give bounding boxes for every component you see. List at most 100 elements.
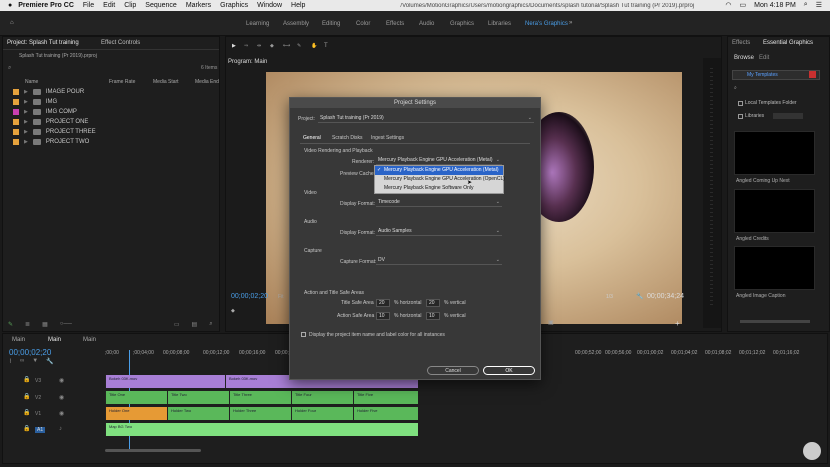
ws-assembly[interactable]: Assembly: [283, 21, 309, 27]
template-thumb-angled-credits[interactable]: [734, 189, 815, 233]
local-templates-checkbox[interactable]: [738, 101, 743, 106]
track-header-v2[interactable]: 🔒 V2 ◉: [3, 391, 105, 405]
icon-view-icon[interactable]: ▦: [42, 321, 48, 328]
menu-edit[interactable]: Edit: [103, 2, 115, 9]
resolution-dropdown[interactable]: 1/3: [606, 294, 613, 300]
renderer-option-software[interactable]: Mercury Playback Engine Software Only: [375, 184, 503, 193]
tab-scratch-disks[interactable]: Scratch Disks: [332, 135, 363, 141]
timeline-scrollbar[interactable]: [105, 449, 201, 452]
menu-markers[interactable]: Markers: [186, 2, 211, 9]
tool-pen-icon[interactable]: ✎: [297, 43, 301, 49]
col-name[interactable]: Name: [25, 79, 38, 85]
expand-triangle-icon[interactable]: ▶: [24, 119, 28, 125]
tab-project[interactable]: Project: Splash Tut training: [7, 40, 79, 46]
tab-ingest-settings[interactable]: Ingest Settings: [371, 135, 404, 141]
expand-triangle-icon[interactable]: ▶: [24, 129, 28, 135]
wifi-icon[interactable]: ◠: [725, 1, 731, 9]
tool-track-select-icon[interactable]: ⇒: [244, 43, 248, 49]
menu-icon[interactable]: ☰: [816, 1, 822, 9]
bin-item[interactable]: ▶ IMG: [13, 97, 57, 107]
bin-item[interactable]: ▶ PROJECT THREE: [13, 127, 96, 137]
tool-hand-icon[interactable]: ✋: [311, 43, 317, 49]
clip-title-four[interactable]: Title Four: [291, 391, 353, 404]
bin-item[interactable]: ▶ PROJECT ONE: [13, 117, 88, 127]
tool-slip-icon[interactable]: ⟷: [283, 43, 290, 49]
menu-file[interactable]: File: [83, 2, 94, 9]
list-view-icon[interactable]: ≣: [25, 321, 30, 328]
clip-title-two[interactable]: Title Two: [167, 391, 229, 404]
find-icon[interactable]: ⌕: [209, 321, 212, 328]
ws-effects[interactable]: Effects: [386, 21, 404, 27]
add-marker-icon[interactable]: ▼: [32, 358, 38, 365]
wrench-icon[interactable]: 🔧: [46, 358, 53, 365]
eye-icon[interactable]: ◉: [59, 410, 64, 417]
search-icon[interactable]: ⌕: [734, 85, 737, 91]
expand-triangle-icon[interactable]: ▶: [24, 99, 28, 105]
adobe-stock-icon[interactable]: [809, 71, 816, 78]
bin-item[interactable]: ▶ IMG COMP: [13, 107, 77, 117]
title-safe-vertical-input[interactable]: 20: [426, 299, 440, 307]
audio-display-format-dropdown[interactable]: Audio Samples ⌄: [376, 228, 502, 236]
ws-color[interactable]: Color: [356, 21, 370, 27]
battery-icon[interactable]: ▭: [740, 1, 747, 9]
capture-format-dropdown[interactable]: DV ⌄: [376, 257, 502, 265]
action-safe-vertical-input[interactable]: 10: [426, 312, 440, 320]
ws-editing[interactable]: Editing: [322, 21, 340, 27]
new-item-icon[interactable]: ▤: [192, 321, 198, 328]
col-frame-rate[interactable]: Frame Rate: [109, 79, 135, 85]
bin-item[interactable]: ▶ IMAGE POUR: [13, 87, 84, 97]
pen-icon[interactable]: ✎: [8, 321, 13, 328]
home-icon[interactable]: ⌂: [10, 20, 14, 26]
lock-icon[interactable]: 🔒: [23, 409, 30, 416]
app-menu[interactable]: Premiere Pro CC: [18, 2, 74, 9]
timeline-timecode[interactable]: 00;00;02;20: [9, 348, 51, 357]
tab-effect-controls[interactable]: Effect Controls: [101, 40, 140, 46]
fit-dropdown[interactable]: Fit: [278, 294, 284, 300]
clip-title-three[interactable]: Title Three: [229, 391, 291, 404]
menu-graphics[interactable]: Graphics: [220, 2, 248, 9]
in-marker-icon[interactable]: ◆: [231, 308, 235, 314]
ws-libraries[interactable]: Libraries: [488, 21, 511, 27]
lock-icon[interactable]: 🔒: [23, 393, 30, 400]
template-thumb-angled-image-caption[interactable]: [734, 246, 815, 290]
tool-ripple-icon[interactable]: ⇹: [257, 43, 261, 49]
new-bin-icon[interactable]: ▭: [174, 321, 180, 328]
templates-dropdown[interactable]: My Templates: [732, 70, 820, 80]
lock-icon[interactable]: 🔒: [23, 376, 30, 383]
tool-type-icon[interactable]: T: [324, 43, 328, 49]
expand-triangle-icon[interactable]: ▶: [24, 109, 28, 115]
track-header-v1[interactable]: 🔒 V1 ◉: [3, 407, 105, 421]
menu-help[interactable]: Help: [291, 2, 305, 9]
ws-graphics[interactable]: Graphics: [450, 21, 474, 27]
expand-triangle-icon[interactable]: ▶: [24, 139, 28, 145]
program-title[interactable]: Program: Main: [228, 59, 267, 65]
tab-essential-graphics[interactable]: Essential Graphics: [763, 40, 813, 46]
eye-icon[interactable]: ◉: [59, 394, 64, 401]
menu-window[interactable]: Window: [257, 2, 282, 9]
ok-button[interactable]: OK: [483, 366, 535, 375]
tool-razor-icon[interactable]: ◆: [270, 43, 274, 49]
clip-map-bg-two[interactable]: Map BG Two: [105, 423, 418, 436]
timecode-in[interactable]: 00;00;02;20: [231, 293, 268, 300]
clip-title-one[interactable]: Title One: [105, 391, 167, 404]
settings-icon[interactable]: 🔧: [636, 293, 643, 300]
action-safe-horizontal-input[interactable]: 10: [376, 312, 390, 320]
tab-main-2[interactable]: Main: [48, 337, 61, 343]
clip-holder-two[interactable]: Holder Two: [167, 407, 229, 420]
lock-icon[interactable]: 🔒: [23, 425, 30, 432]
col-media-start[interactable]: Media Start: [153, 79, 179, 85]
clip-holder-four[interactable]: Holder Four: [291, 407, 353, 420]
ws-learning[interactable]: Learning: [246, 21, 269, 27]
libraries-dropdown[interactable]: [773, 113, 803, 119]
more-workspaces-icon[interactable]: »: [569, 20, 572, 26]
button-editor-icon[interactable]: +: [675, 319, 680, 328]
menu-clip[interactable]: Clip: [124, 2, 136, 9]
apple-icon[interactable]: ●: [8, 2, 12, 9]
snap-icon[interactable]: ⌇: [9, 358, 12, 365]
display-label-color-checkbox[interactable]: [301, 332, 306, 337]
title-safe-horizontal-input[interactable]: 20: [376, 299, 390, 307]
video-display-format-dropdown[interactable]: Timecode ⌄: [376, 199, 502, 207]
speaker-icon[interactable]: ♪: [59, 426, 62, 432]
tab-edit[interactable]: Edit: [759, 55, 769, 61]
clip-holder-three[interactable]: Holder Three: [229, 407, 291, 420]
